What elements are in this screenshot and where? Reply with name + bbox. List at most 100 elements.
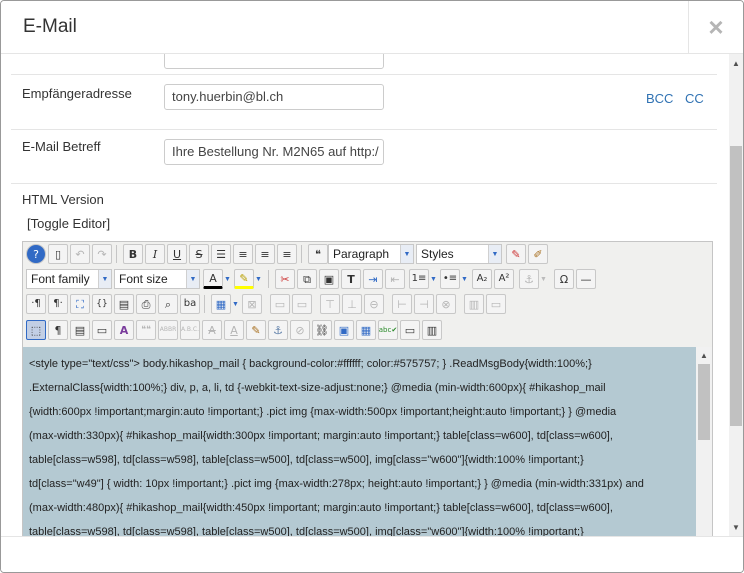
toggle-editor-link[interactable]: [Toggle Editor]: [27, 216, 110, 231]
media-icon[interactable]: ▦: [356, 320, 376, 340]
unordered-list-icon[interactable]: •≡: [440, 269, 460, 289]
subject-input[interactable]: Ihre Bestellung Nr. M2N65 auf http:/: [164, 139, 384, 165]
cc-link[interactable]: CC: [685, 91, 704, 106]
editor-content-text: <style type="text/css"> body.hikashop_ma…: [29, 347, 691, 536]
image-icon[interactable]: ▣: [334, 320, 354, 340]
editor-content[interactable]: <style type="text/css"> body.hikashop_ma…: [23, 347, 696, 536]
replace-icon[interactable]: ba: [180, 294, 200, 314]
font-family-select[interactable]: Font family ▼: [26, 269, 112, 289]
chevron-down-icon[interactable]: ▼: [254, 269, 263, 289]
link-icon[interactable]: ⛓: [312, 320, 332, 340]
new-document-icon[interactable]: ▯: [48, 244, 68, 264]
outdent-icon[interactable]: ⇤: [385, 269, 405, 289]
chevron-down-icon[interactable]: ▼: [429, 269, 438, 289]
recipient-input[interactable]: tony.huerbin@bl.ch: [164, 84, 384, 110]
paste-icon[interactable]: ▣: [319, 269, 339, 289]
recipient-label: Empfängeradresse: [22, 86, 132, 101]
insert-layer-icon[interactable]: ▭: [92, 320, 112, 340]
scroll-up-icon[interactable]: ▲: [696, 349, 712, 361]
underline-button[interactable]: U: [167, 244, 187, 264]
scroll-thumb[interactable]: [730, 146, 742, 426]
del-icon[interactable]: A: [202, 320, 222, 340]
close-button[interactable]: ×: [688, 1, 743, 53]
font-color-icon[interactable]: A: [203, 269, 223, 289]
attribs-icon[interactable]: ✎: [246, 320, 266, 340]
email-modal: E-Mail × Empfängeradresse tony.huerbin@b…: [0, 0, 744, 573]
italic-button[interactable]: I: [145, 244, 165, 264]
visual-aid-icon[interactable]: ⬚: [26, 320, 46, 340]
row-props-icon[interactable]: ▭: [270, 294, 290, 314]
row-after-icon[interactable]: ⊥: [342, 294, 362, 314]
find-icon[interactable]: ⌕: [158, 294, 178, 314]
delete-table-icon[interactable]: ⊠: [242, 294, 262, 314]
table-icon[interactable]: ▦: [211, 294, 231, 314]
scroll-thumb[interactable]: [698, 364, 710, 440]
strikethrough-button[interactable]: S: [189, 244, 209, 264]
abbr-icon[interactable]: ABBR: [158, 320, 178, 340]
styles-select[interactable]: Styles ▼: [416, 244, 502, 264]
print-icon[interactable]: ⎙: [136, 294, 156, 314]
style-props-icon[interactable]: A: [114, 320, 134, 340]
redo-icon[interactable]: ↷: [92, 244, 112, 264]
format-select[interactable]: Paragraph ▼: [328, 244, 414, 264]
font-size-select[interactable]: Font size ▼: [114, 269, 200, 289]
bcc-link[interactable]: BCC: [646, 91, 673, 106]
subscript-button[interactable]: A₂: [472, 269, 492, 289]
col-before-icon[interactable]: ⊢: [392, 294, 412, 314]
show-blocks-button[interactable]: ¶: [48, 320, 68, 340]
previous-field[interactable]: [164, 54, 384, 69]
justify-full-icon[interactable]: ☰: [211, 244, 231, 264]
anchor-icon[interactable]: ⚓: [519, 269, 539, 289]
blockquote-icon[interactable]: ❝: [308, 244, 328, 264]
format-painter-icon[interactable]: ✐: [528, 244, 548, 264]
merge-cells-icon[interactable]: ▭: [486, 294, 506, 314]
bold-button[interactable]: B: [123, 244, 143, 264]
paste-text-icon[interactable]: T: [341, 269, 361, 289]
ltr-button[interactable]: · ¶: [26, 294, 46, 314]
copy-icon[interactable]: ⧉: [297, 269, 317, 289]
page-break-icon[interactable]: ▭: [400, 320, 420, 340]
highlight-color-icon[interactable]: ✎: [234, 269, 254, 289]
chevron-down-icon[interactable]: ▼: [231, 294, 240, 314]
align-center-icon[interactable]: ≡: [233, 244, 253, 264]
chevron-down-icon[interactable]: ▼: [223, 269, 232, 289]
rtl-button[interactable]: ¶ ·: [48, 294, 68, 314]
eraser-icon[interactable]: ✎: [506, 244, 526, 264]
spellcheck-icon[interactable]: abc ✔: [378, 320, 398, 340]
modal-scrollbar[interactable]: ▲ ▼: [729, 54, 743, 536]
align-right-icon[interactable]: ≡: [277, 244, 297, 264]
anchor-insert-icon[interactable]: ⚓: [268, 320, 288, 340]
superscript-button[interactable]: A²: [494, 269, 514, 289]
horizontal-rule-button[interactable]: —: [576, 269, 596, 289]
chevron-down-icon[interactable]: ▼: [460, 269, 469, 289]
split-cells-icon[interactable]: ▥: [464, 294, 484, 314]
indent-icon[interactable]: ⇥: [363, 269, 383, 289]
scroll-down-icon[interactable]: ▼: [729, 520, 743, 534]
template-icon[interactable]: ▤: [70, 320, 90, 340]
ordered-list-icon[interactable]: 1≡: [409, 269, 429, 289]
acronym-icon[interactable]: A.B.C.: [180, 320, 200, 340]
cell-props-icon[interactable]: ▭: [292, 294, 312, 314]
toolbar-row-3: · ¶ ¶ · ⛶ {} ▤ ⎙ ⌕ ba ▦ ▼ ⊠ ▭ ▭ ⊤ ⊥ ⊖ ⊢ ⊣ …: [25, 293, 705, 317]
help-icon[interactable]: ?: [26, 244, 46, 264]
scroll-up-icon[interactable]: ▲: [729, 56, 743, 70]
delete-col-icon[interactable]: ⊗: [436, 294, 456, 314]
source-code-icon[interactable]: {}: [92, 294, 112, 314]
subject-label: E-Mail Betreff: [22, 139, 101, 154]
wysiwyg-editor: ? ▯ ↶ ↷ B I U S ☰ ≡ ≡ ≡ ❝ Paragraph ▼ Sty…: [22, 241, 713, 536]
special-char-button[interactable]: Ω: [554, 269, 574, 289]
undo-icon[interactable]: ↶: [70, 244, 90, 264]
ins-icon[interactable]: A: [224, 320, 244, 340]
chevron-down-icon[interactable]: ▼: [539, 269, 548, 289]
preview-icon[interactable]: ▤: [114, 294, 134, 314]
cut-icon[interactable]: ✂: [275, 269, 295, 289]
col-after-icon[interactable]: ⊣: [414, 294, 434, 314]
cite-icon[interactable]: ❝❝: [136, 320, 156, 340]
fullscreen-icon[interactable]: ⛶: [70, 294, 90, 314]
template-insert-icon[interactable]: ▥: [422, 320, 442, 340]
row-before-icon[interactable]: ⊤: [320, 294, 340, 314]
delete-row-icon[interactable]: ⊖: [364, 294, 384, 314]
align-left-icon[interactable]: ≡: [255, 244, 275, 264]
editor-scrollbar[interactable]: ▲: [696, 347, 712, 536]
unlink-icon[interactable]: ⊘: [290, 320, 310, 340]
